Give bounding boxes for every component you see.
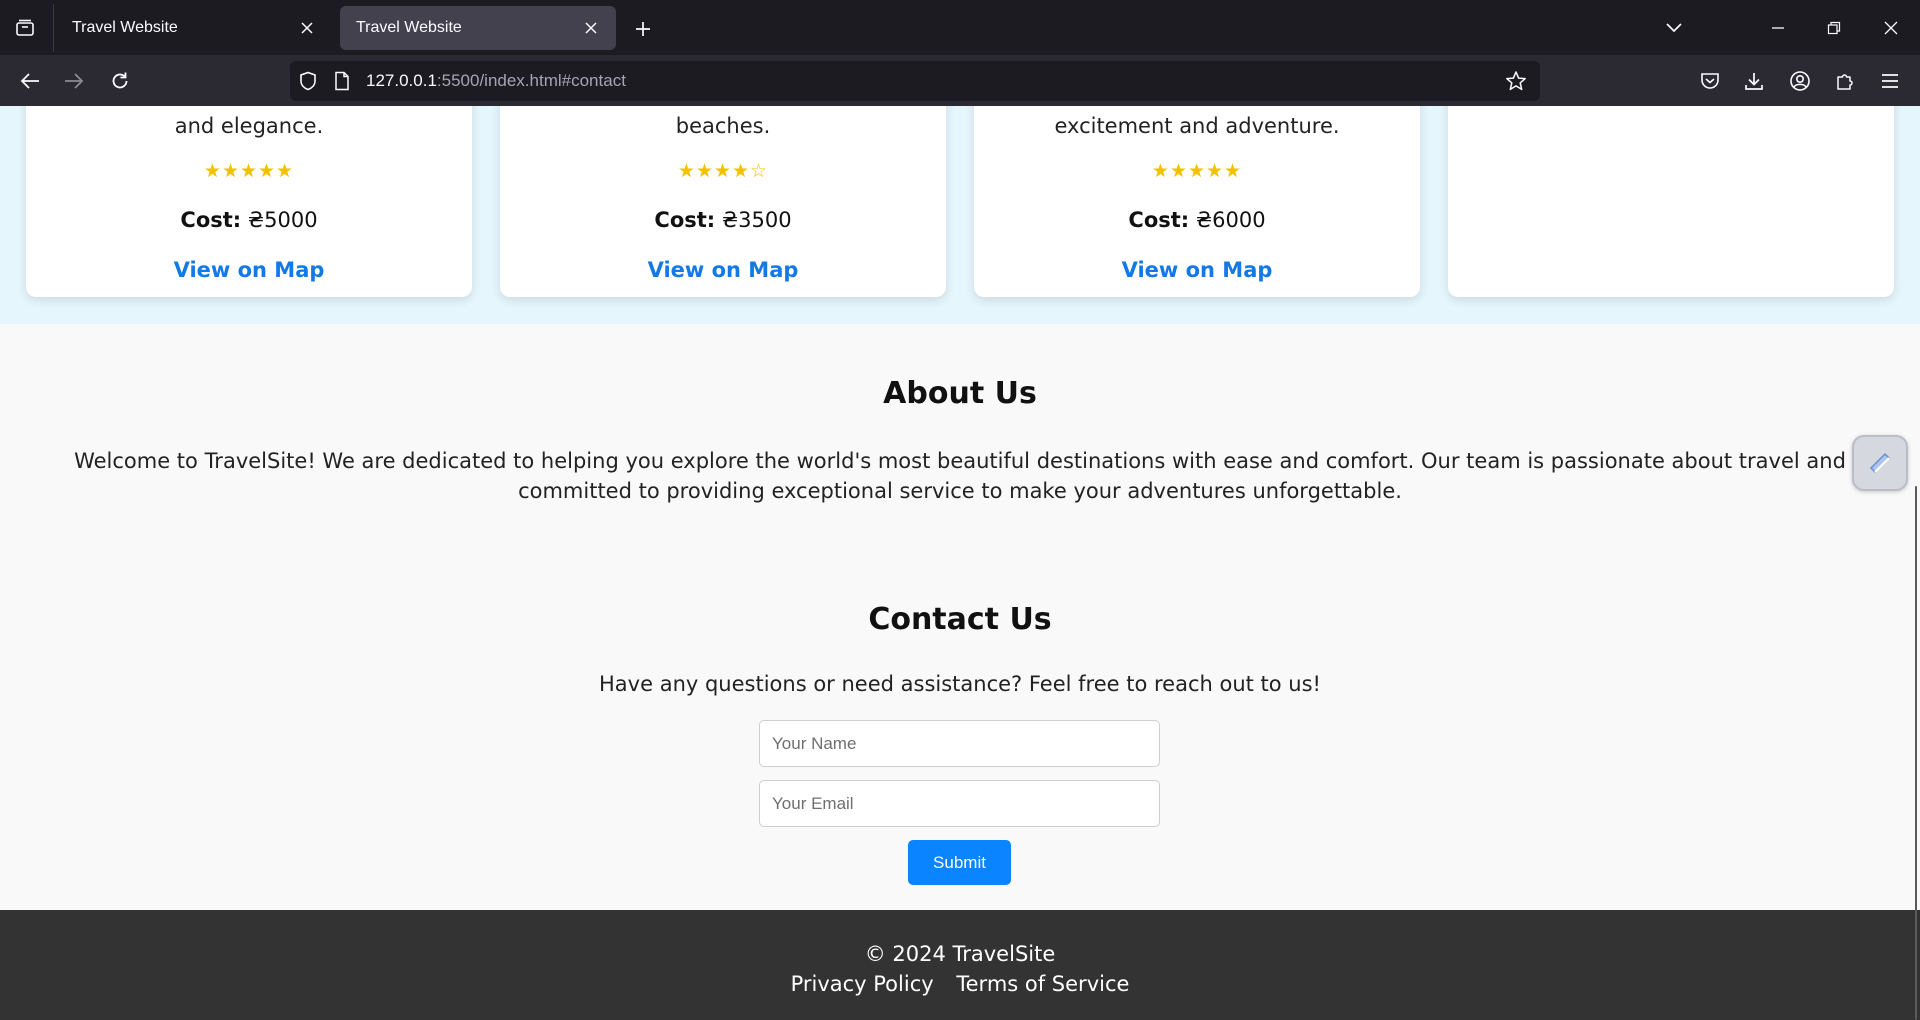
close-icon[interactable] [580, 17, 602, 39]
card-cost: Cost: ₴3500 [500, 208, 946, 232]
terms-of-service-link[interactable]: Terms of Service [956, 972, 1129, 996]
widget-icon [1869, 452, 1891, 474]
download-icon[interactable] [1736, 63, 1772, 99]
shield-icon[interactable] [296, 69, 320, 93]
card-description: excitement and adventure. [1054, 114, 1340, 138]
star-rating: ★★★★★ [1151, 160, 1243, 182]
browser-tab-bar: Travel Website Travel Website [0, 0, 1920, 55]
cost-label: Cost: [180, 208, 242, 232]
tab-list-icon[interactable] [8, 12, 42, 44]
footer-copyright: © 2024 TravelSite [864, 942, 1056, 966]
url-bar[interactable]: 127.0.0.1:5500/index.html#contact [290, 61, 1540, 101]
star-rating: ★★★★☆ [677, 160, 769, 182]
puzzle-icon[interactable] [1827, 63, 1863, 99]
destinations-section: and elegance. ★★★★★ Cost: ₴5000 View on … [0, 106, 1920, 324]
name-field[interactable] [759, 720, 1160, 767]
footer: © 2024 TravelSite Privacy Policy Terms o… [0, 910, 1920, 1020]
chevron-down-icon[interactable] [1654, 10, 1694, 46]
url-path: :5500/index.html#contact [436, 71, 626, 90]
cost-value: ₴5000 [241, 208, 318, 232]
email-field[interactable] [759, 780, 1160, 827]
card-cost: Cost: ₴5000 [26, 208, 472, 232]
contact-heading: Contact Us [868, 602, 1052, 637]
cost-label: Cost: [1128, 208, 1190, 232]
browser-tab-active[interactable]: Travel Website [340, 6, 616, 50]
destination-card [1448, 106, 1894, 297]
tab-separator [53, 4, 54, 52]
tab-title: Travel Website [356, 19, 462, 36]
browser-tab[interactable]: Travel Website [56, 6, 332, 50]
tab-title: Travel Website [72, 19, 178, 36]
contact-text: Have any questions or need assistance? F… [599, 672, 1321, 696]
cost-value: ₴6000 [1189, 208, 1266, 232]
view-on-map-link[interactable]: View on Map [26, 258, 472, 282]
star-icon[interactable] [1504, 69, 1528, 93]
privacy-policy-link[interactable]: Privacy Policy [791, 972, 934, 996]
star-rating: ★★★★★ [203, 160, 295, 182]
close-icon[interactable] [1871, 10, 1911, 46]
restore-icon[interactable] [1814, 10, 1854, 46]
page-scrollbar[interactable] [1912, 106, 1920, 1020]
card-description: and elegance. [174, 114, 324, 138]
card-cost: Cost: ₴6000 [974, 208, 1420, 232]
destination-card: excitement and adventure. ★★★★★ Cost: ₴6… [974, 106, 1420, 297]
close-icon[interactable] [296, 17, 318, 39]
destination-card: beaches. ★★★★☆ Cost: ₴3500 View on Map [500, 106, 946, 297]
view-on-map-link[interactable]: View on Map [974, 258, 1420, 282]
cost-label: Cost: [654, 208, 716, 232]
forward-arrow-icon[interactable] [56, 63, 92, 99]
scrollbar-thumb[interactable] [1915, 486, 1917, 1020]
about-text: Welcome to TravelSite! We are dedicated … [74, 449, 1846, 503]
url-host: 127.0.0.1 [366, 71, 437, 90]
browser-nav-bar: 127.0.0.1:5500/index.html#contact [0, 55, 1920, 106]
destination-card: and elegance. ★★★★★ Cost: ₴5000 View on … [26, 106, 472, 297]
back-arrow-icon[interactable] [12, 63, 48, 99]
about-heading: About Us [883, 376, 1037, 411]
submit-button[interactable]: Submit [908, 840, 1011, 885]
footer-links: Privacy Policy Terms of Service [0, 972, 1920, 996]
reload-icon[interactable] [102, 63, 138, 99]
page-icon[interactable] [330, 69, 354, 93]
pocket-icon[interactable] [1692, 63, 1728, 99]
view-on-map-link[interactable]: View on Map [500, 258, 946, 282]
page-viewport: and elegance. ★★★★★ Cost: ₴5000 View on … [0, 106, 1920, 1020]
plus-icon[interactable] [628, 14, 658, 44]
card-description: beaches. [675, 114, 771, 138]
url-text[interactable]: 127.0.0.1:5500/index.html#contact [366, 71, 626, 91]
floating-widget-button[interactable] [1852, 435, 1908, 491]
minimize-icon[interactable] [1758, 10, 1798, 46]
cost-value: ₴3500 [715, 208, 792, 232]
account-icon[interactable] [1782, 63, 1818, 99]
hamburger-icon[interactable] [1872, 63, 1908, 99]
